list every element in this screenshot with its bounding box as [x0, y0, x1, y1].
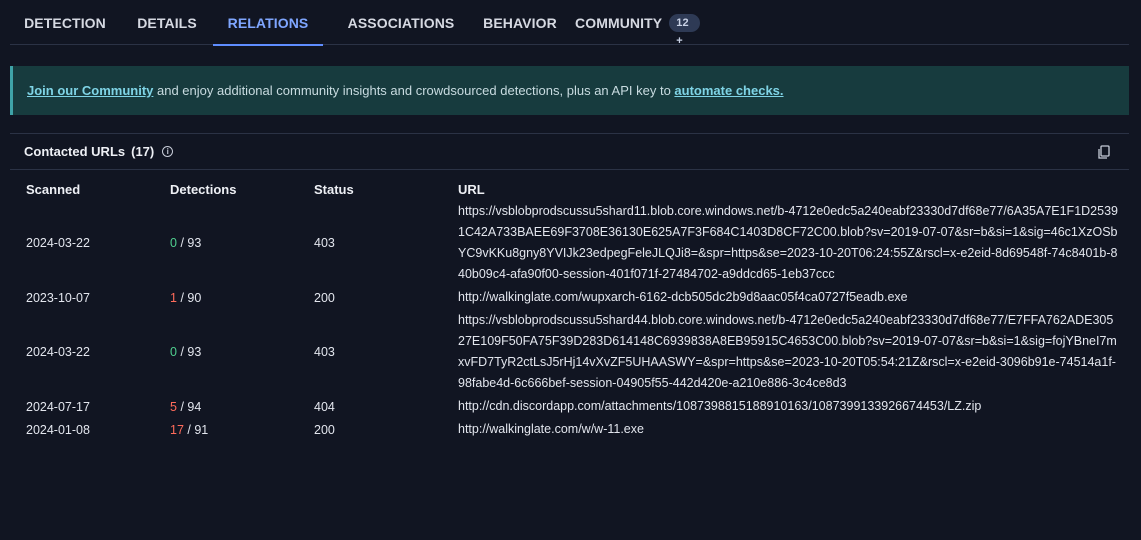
- tab-label: DETECTION: [24, 14, 106, 31]
- detections-cell: 1 / 90: [170, 286, 314, 309]
- tab-community[interactable]: COMMUNITY 12 +: [575, 0, 700, 47]
- tab-relations[interactable]: RELATIONS: [213, 0, 323, 46]
- tab-label: ASSOCIATIONS: [347, 14, 455, 31]
- detections-total: / 90: [180, 290, 202, 305]
- scanned-date: 2024-01-08: [26, 422, 90, 437]
- tab-bar: DETECTION DETAILS RELATIONS ASSOCIATIONS…: [10, 0, 1129, 47]
- tab-label: COMMUNITY: [575, 14, 663, 31]
- tab-label: BEHAVIOR: [483, 14, 557, 31]
- tab-behavior[interactable]: BEHAVIOR: [470, 0, 570, 45]
- join-community-link[interactable]: Join our Community: [27, 83, 153, 98]
- panel-count: (17): [131, 144, 155, 159]
- tab-associations[interactable]: ASSOCIATIONS: [336, 0, 466, 45]
- detections-positive: 1: [170, 290, 177, 305]
- detections-positive: 5: [170, 399, 177, 414]
- table-row[interactable]: 2023-10-07 1 / 90 200 http://walkinglate…: [26, 286, 1118, 309]
- community-banner: Join our Community and enjoy additional …: [10, 66, 1129, 115]
- detections-positive: 0: [170, 345, 177, 359]
- status-code: 200: [314, 422, 335, 437]
- contacted-urls-table: Scanned Detections Status URL 2024-03-22…: [26, 178, 1118, 441]
- col-header-status: Status: [314, 181, 354, 197]
- col-header-scanned: Scanned: [26, 181, 81, 197]
- detections-total: / 93: [180, 345, 202, 359]
- status-code: 403: [314, 236, 335, 250]
- status-code: 404: [314, 399, 335, 414]
- community-count-badge: 12 +: [669, 13, 700, 47]
- detections-total: / 94: [180, 399, 202, 414]
- detections-total: / 91: [187, 422, 209, 437]
- detections-cell: 0 / 93: [170, 309, 314, 395]
- banner-text: Join our Community and enjoy additional …: [27, 83, 784, 98]
- table-row[interactable]: 2024-01-08 17 / 91 200 http://walkinglat…: [26, 418, 1118, 441]
- table-row[interactable]: 2024-03-22 0 / 93 403 https://vsblobprod…: [26, 200, 1118, 286]
- panel-title: Contacted URLs: [24, 144, 126, 159]
- contacted-urls-header: Contacted URLs (17) i: [10, 133, 1129, 170]
- url-link[interactable]: http://walkinglate.com/wupxarch-6162-dcb…: [458, 286, 1118, 309]
- detections-positive: 0: [170, 236, 177, 250]
- tab-label: RELATIONS: [227, 14, 309, 31]
- banner-body: and enjoy additional community insights …: [153, 83, 675, 98]
- tab-label: DETAILS: [137, 14, 197, 31]
- url-link[interactable]: https://vsblobprodscussu5shard44.blob.co…: [458, 309, 1118, 395]
- status-code: 403: [314, 345, 335, 359]
- automate-checks-link[interactable]: automate checks.: [674, 83, 783, 98]
- table-row[interactable]: 2024-03-22 0 / 93 403 https://vsblobprod…: [26, 309, 1118, 395]
- detections-total: / 93: [180, 236, 202, 250]
- col-header-detections: Detections: [170, 181, 237, 197]
- scanned-date: 2024-03-22: [26, 345, 90, 359]
- detections-cell: 17 / 91: [170, 418, 314, 441]
- scanned-date: 2024-07-17: [26, 399, 90, 414]
- table-header-row: Scanned Detections Status URL: [26, 178, 1118, 200]
- status-code: 200: [314, 290, 335, 305]
- detections-cell: 0 / 93: [170, 200, 314, 286]
- col-header-url: URL: [458, 181, 485, 197]
- scanned-date: 2023-10-07: [26, 290, 90, 305]
- detections-cell: 5 / 94: [170, 395, 314, 418]
- tab-details[interactable]: DETAILS: [130, 0, 204, 45]
- info-icon[interactable]: i: [162, 146, 174, 157]
- scanned-date: 2024-03-22: [26, 236, 90, 250]
- tab-detection[interactable]: DETECTION: [20, 0, 110, 45]
- table-row[interactable]: 2024-07-17 5 / 94 404 http://cdn.discord…: [26, 395, 1118, 418]
- copy-icon[interactable]: [1097, 145, 1111, 159]
- url-link[interactable]: http://walkinglate.com/w/w-11.exe: [458, 418, 1118, 441]
- url-link[interactable]: http://cdn.discordapp.com/attachments/10…: [458, 395, 1118, 418]
- url-link[interactable]: https://vsblobprodscussu5shard11.blob.co…: [458, 200, 1118, 286]
- detections-positive: 17: [170, 422, 184, 437]
